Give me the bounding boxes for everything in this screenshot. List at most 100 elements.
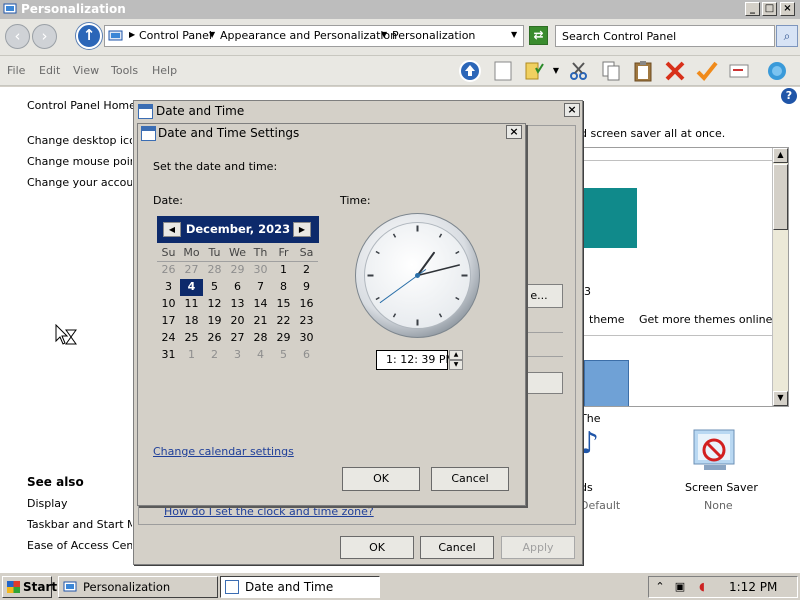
- calendar-day[interactable]: 7: [249, 279, 272, 296]
- minimize-button[interactable]: _: [745, 2, 760, 16]
- calendar-day[interactable]: 22: [272, 313, 295, 330]
- change-desktop-icons-link[interactable]: Change desktop icons: [27, 134, 132, 147]
- search-input[interactable]: Search Control Panel: [555, 25, 775, 47]
- calendar-day[interactable]: 12: [203, 296, 226, 313]
- close-button[interactable]: ×: [780, 2, 795, 16]
- up-button[interactable]: ↑: [76, 23, 102, 49]
- menu-tools[interactable]: Tools: [111, 64, 138, 77]
- calendar-day[interactable]: 28: [249, 330, 272, 347]
- calendar-day[interactable]: 23: [295, 313, 318, 330]
- refresh-button[interactable]: ⇄: [529, 26, 548, 45]
- time-input[interactable]: 1: 12: 39 PM: [376, 350, 455, 370]
- maximize-button[interactable]: □: [762, 2, 777, 16]
- taskbar-item-personalization[interactable]: Personalization: [58, 576, 218, 598]
- spin-up-icon[interactable]: ▲: [449, 350, 463, 360]
- ease-of-access-link[interactable]: Ease of Access Center: [27, 539, 132, 552]
- change-account-picture-link[interactable]: Change your account picture: [27, 176, 132, 189]
- time-spinner[interactable]: ▲ ▼: [449, 350, 463, 370]
- breadcrumb[interactable]: ▶ Control Panel ▼ Appearance and Persona…: [104, 25, 524, 47]
- calendar-day[interactable]: 5: [272, 347, 295, 364]
- screen-saver-label[interactable]: Screen Saver: [685, 481, 758, 494]
- calendar-day[interactable]: 2: [295, 262, 318, 279]
- calendar-day[interactable]: 27: [180, 262, 203, 279]
- breadcrumb-personalization[interactable]: Personalization: [392, 29, 475, 42]
- menu-edit[interactable]: Edit: [39, 64, 60, 77]
- blank-page-icon[interactable]: [492, 60, 514, 82]
- date-time-close-button[interactable]: ×: [564, 103, 580, 117]
- forward-button[interactable]: ›: [32, 24, 57, 49]
- calendar-day[interactable]: 17: [157, 313, 180, 330]
- calendar-day[interactable]: 30: [295, 330, 318, 347]
- network-icon[interactable]: ▣: [673, 580, 687, 594]
- theme-thumbnail[interactable]: [584, 360, 629, 406]
- calendar-day[interactable]: 1: [180, 347, 203, 364]
- next-month-button[interactable]: ▶: [293, 222, 311, 237]
- paste-icon[interactable]: [632, 60, 654, 82]
- calendar-day[interactable]: 25: [180, 330, 203, 347]
- calendar-day[interactable]: 13: [226, 296, 249, 313]
- settings-cancel-button[interactable]: Cancel: [431, 467, 509, 491]
- get-more-themes-link[interactable]: Get more themes online: [639, 313, 772, 326]
- delete-icon[interactable]: [664, 60, 686, 82]
- scroll-thumb[interactable]: [773, 164, 788, 230]
- settings-close-button[interactable]: ×: [506, 125, 522, 139]
- calendar-day[interactable]: 6: [226, 279, 249, 296]
- calendar-day[interactable]: 1: [272, 262, 295, 279]
- calendar-day[interactable]: 29: [272, 330, 295, 347]
- calendar-day[interactable]: 9: [295, 279, 318, 296]
- search-button[interactable]: ⌕: [776, 25, 798, 47]
- change-calendar-settings-link[interactable]: Change calendar settings: [153, 445, 294, 458]
- change-mouse-pointers-link[interactable]: Change mouse pointers: [27, 155, 132, 168]
- address-dropdown-icon[interactable]: ▼: [511, 30, 517, 39]
- calendar-day[interactable]: 18: [180, 313, 203, 330]
- theme-link[interactable]: theme: [589, 313, 625, 326]
- calendar-day[interactable]: 4: [249, 347, 272, 364]
- calendar-day[interactable]: 28: [203, 262, 226, 279]
- settings-ok-button[interactable]: OK: [342, 467, 420, 491]
- menu-view[interactable]: View: [73, 64, 99, 77]
- calendar-day[interactable]: 14: [249, 296, 272, 313]
- calendar-day[interactable]: 6: [295, 347, 318, 364]
- scroll-up-icon[interactable]: ▲: [773, 148, 788, 163]
- previous-month-button[interactable]: ◀: [163, 222, 181, 237]
- views-icon[interactable]: [766, 60, 788, 82]
- theme-preview[interactable]: [584, 188, 637, 248]
- calendar-day[interactable]: 24: [157, 330, 180, 347]
- calendar-day[interactable]: 16: [295, 296, 318, 313]
- screen-saver-icon[interactable]: [690, 426, 740, 476]
- spin-down-icon[interactable]: ▼: [449, 360, 463, 370]
- cut-icon[interactable]: [568, 60, 590, 82]
- calendar-day[interactable]: 11: [180, 296, 203, 313]
- clock-help-link[interactable]: How do I set the clock and time zone?: [164, 505, 374, 518]
- calendar-day[interactable]: 27: [226, 330, 249, 347]
- breadcrumb-control-panel[interactable]: Control Panel: [139, 29, 212, 42]
- calendar-day[interactable]: 2: [203, 347, 226, 364]
- calendar-day[interactable]: 3: [226, 347, 249, 364]
- date-time-ok-button[interactable]: OK: [340, 536, 414, 559]
- menu-help[interactable]: Help: [152, 64, 177, 77]
- help-icon[interactable]: ?: [781, 88, 797, 104]
- breadcrumb-appearance[interactable]: Appearance and Personalization: [220, 29, 397, 42]
- chevron-down-icon[interactable]: ▼: [551, 60, 561, 82]
- theme-scrollbar[interactable]: ▲ ▼: [772, 148, 788, 406]
- calendar-day[interactable]: 31: [157, 347, 180, 364]
- back-button[interactable]: ‹: [5, 24, 30, 49]
- chevron-up-icon[interactable]: ⌃: [653, 580, 667, 594]
- calendar-day[interactable]: 8: [272, 279, 295, 296]
- calendar-day[interactable]: 26: [157, 262, 180, 279]
- folders-icon[interactable]: [524, 60, 546, 82]
- calendar-day[interactable]: 4: [180, 279, 203, 296]
- sounds-icon[interactable]: ♪: [580, 426, 600, 476]
- scroll-down-icon[interactable]: ▼: [773, 391, 788, 406]
- taskbar-clock[interactable]: 1:12 PM: [729, 580, 777, 594]
- calendar-day[interactable]: 26: [203, 330, 226, 347]
- taskbar-start-menu-link[interactable]: Taskbar and Start Menu: [27, 518, 132, 531]
- taskbar-item-date-time[interactable]: Date and Time: [220, 576, 380, 598]
- calendar-day[interactable]: 30: [249, 262, 272, 279]
- calendar-day[interactable]: 5: [203, 279, 226, 296]
- display-link[interactable]: Display: [27, 497, 68, 510]
- date-time-cancel-button[interactable]: Cancel: [420, 536, 494, 559]
- calendar-day[interactable]: 3: [157, 279, 180, 296]
- calendar-day[interactable]: 19: [203, 313, 226, 330]
- properties-icon[interactable]: [728, 60, 750, 82]
